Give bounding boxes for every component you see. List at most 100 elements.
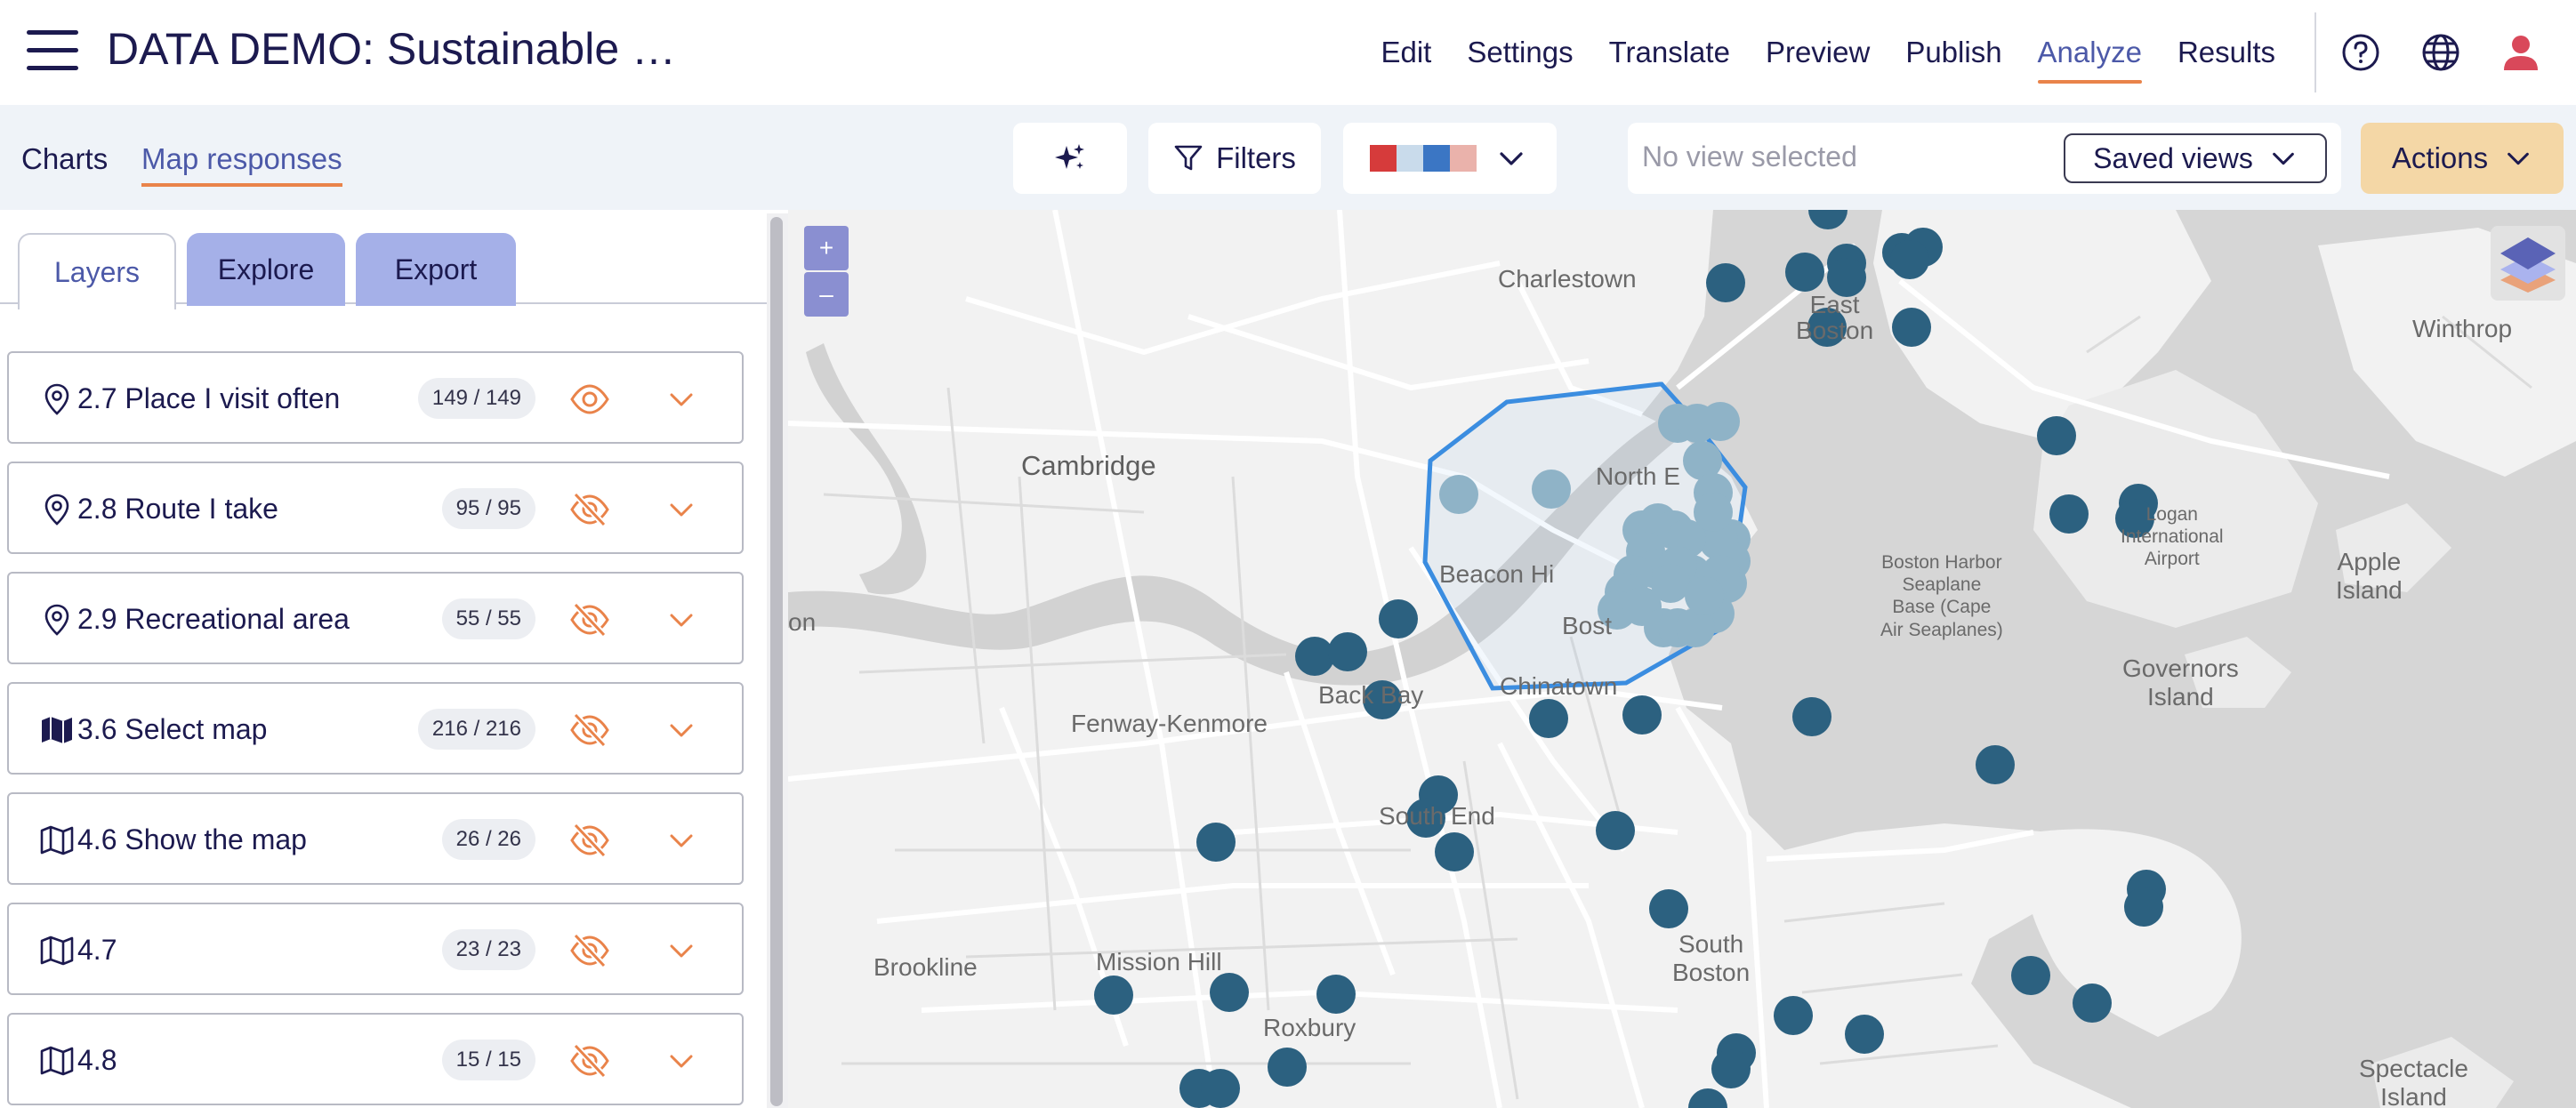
filter-icon: [1174, 145, 1203, 171]
zoom-in-button[interactable]: +: [804, 226, 849, 270]
eye-off-icon[interactable]: [569, 821, 610, 860]
nav-settings[interactable]: Settings: [1467, 30, 1573, 75]
layer-row[interactable]: 2.7 Place I visit often 149 / 149: [7, 351, 744, 444]
saved-views-button[interactable]: Saved views: [2064, 133, 2327, 183]
response-point[interactable]: [1976, 745, 2015, 784]
selected-response-point[interactable]: [1701, 402, 1740, 441]
chevron-down-icon[interactable]: [665, 714, 697, 746]
scrollbar-thumb[interactable]: [770, 217, 783, 1106]
nav-edit[interactable]: Edit: [1381, 30, 1431, 75]
response-point[interactable]: [2037, 416, 2076, 455]
response-point[interactable]: [1295, 637, 1334, 676]
response-point[interactable]: [1808, 210, 1847, 229]
chevron-down-icon[interactable]: [665, 1045, 697, 1077]
panel-scrollbar[interactable]: [767, 213, 788, 1108]
basemap-layers-button[interactable]: [2491, 226, 2565, 301]
globe-icon[interactable]: [2419, 31, 2462, 74]
response-point[interactable]: [1094, 976, 1133, 1015]
response-point[interactable]: [1210, 973, 1249, 1012]
response-point[interactable]: [1622, 695, 1662, 735]
nav-publish[interactable]: Publish: [1905, 30, 2001, 75]
eye-icon[interactable]: [569, 380, 610, 419]
menu-icon[interactable]: [27, 30, 78, 71]
pin-icon: [39, 381, 75, 417]
layer-row[interactable]: 4.7 23 / 23: [7, 903, 744, 995]
response-point[interactable]: [2049, 494, 2089, 534]
eye-off-icon[interactable]: [569, 490, 610, 529]
chevron-down-icon[interactable]: [665, 383, 697, 415]
user-icon[interactable]: [2500, 31, 2542, 74]
nav-translate[interactable]: Translate: [1609, 30, 1730, 75]
map-label: Beacon Hi: [1439, 560, 1555, 588]
response-point[interactable]: [1268, 1048, 1307, 1087]
response-point[interactable]: [1688, 1088, 1727, 1108]
layer-row[interactable]: 4.6 Show the map 26 / 26: [7, 792, 744, 885]
response-point[interactable]: [1649, 889, 1688, 928]
nav-analyze[interactable]: Analyze: [2037, 30, 2143, 84]
selected-response-point[interactable]: [1532, 470, 1571, 509]
eye-off-icon[interactable]: [569, 931, 610, 970]
layer-row[interactable]: 3.6 Select map 216 / 216: [7, 682, 744, 775]
view-selector[interactable]: No view selected Saved views: [1628, 123, 2341, 194]
response-point[interactable]: [1792, 697, 1831, 736]
map-outline-icon: [39, 933, 75, 968]
nav-preview[interactable]: Preview: [1766, 30, 1870, 75]
map-label: Spectacle Island: [2359, 1055, 2468, 1108]
selected-response-point[interactable]: [1694, 493, 1733, 532]
zoom-out-button[interactable]: –: [804, 272, 849, 317]
map-label: South End: [1379, 802, 1495, 830]
layer-name: 3.6 Select map: [77, 713, 268, 745]
tab-charts[interactable]: Charts: [21, 142, 108, 176]
help-icon[interactable]: [2339, 31, 2382, 74]
response-point[interactable]: [1201, 1069, 1240, 1108]
actions-button[interactable]: Actions: [2361, 123, 2564, 194]
nav-results[interactable]: Results: [2178, 30, 2275, 75]
eye-off-icon[interactable]: [569, 600, 610, 639]
layers-panel: Layers Explore Export 2.7 Place I visit …: [0, 210, 767, 1108]
tab-export[interactable]: Export: [356, 233, 516, 306]
layer-row[interactable]: 2.8 Route I take 95 / 95: [7, 462, 744, 554]
response-point[interactable]: [1596, 811, 1635, 850]
chevron-down-icon[interactable]: [665, 494, 697, 526]
response-point[interactable]: [1196, 823, 1236, 862]
color-palette-select[interactable]: [1343, 123, 1557, 194]
response-point[interactable]: [1706, 263, 1745, 302]
response-point[interactable]: [2011, 956, 2050, 995]
tab-map-responses[interactable]: Map responses: [141, 142, 342, 187]
filters-button[interactable]: Filters: [1148, 123, 1321, 194]
response-point[interactable]: [2124, 887, 2163, 927]
layer-row[interactable]: 2.9 Recreational area 55 / 55: [7, 572, 744, 664]
page-title: DATA DEMO: Sustainable …: [107, 24, 677, 74]
ai-insights-button[interactable]: [1013, 123, 1127, 194]
tab-layers[interactable]: Layers: [18, 233, 176, 309]
eye-off-icon[interactable]: [569, 1041, 610, 1080]
map-label: Governors Island: [2122, 654, 2239, 711]
response-point[interactable]: [1774, 996, 1813, 1035]
selected-response-point[interactable]: [1685, 576, 1724, 615]
response-point[interactable]: [1845, 1015, 1884, 1054]
response-point[interactable]: [1435, 832, 1474, 871]
response-point[interactable]: [1890, 240, 1929, 279]
response-point[interactable]: [1711, 1049, 1751, 1088]
chevron-down-icon[interactable]: [665, 604, 697, 636]
map-label: Apple Island: [2336, 548, 2403, 605]
chevron-down-icon[interactable]: [665, 935, 697, 967]
response-point[interactable]: [1892, 308, 1931, 347]
selected-response-point[interactable]: [1439, 475, 1478, 514]
response-point[interactable]: [1328, 632, 1367, 671]
tab-explore[interactable]: Explore: [187, 233, 345, 306]
response-point[interactable]: [1529, 699, 1568, 738]
response-point[interactable]: [1316, 975, 1356, 1014]
layer-row[interactable]: 4.8 15 / 15: [7, 1013, 744, 1105]
palette-swatch: [1397, 145, 1423, 172]
response-point[interactable]: [1785, 253, 1824, 292]
map-label: on: [788, 608, 817, 636]
response-point[interactable]: [1379, 599, 1418, 638]
map-view[interactable]: Charlestown East Boston Winthrop Cambrid…: [788, 210, 2576, 1108]
pin-icon: [39, 492, 75, 527]
chevron-down-icon[interactable]: [665, 824, 697, 856]
map-outline-icon: [39, 1043, 75, 1079]
eye-off-icon[interactable]: [569, 711, 610, 750]
response-point[interactable]: [2073, 984, 2112, 1023]
selected-response-point[interactable]: [1651, 564, 1690, 603]
